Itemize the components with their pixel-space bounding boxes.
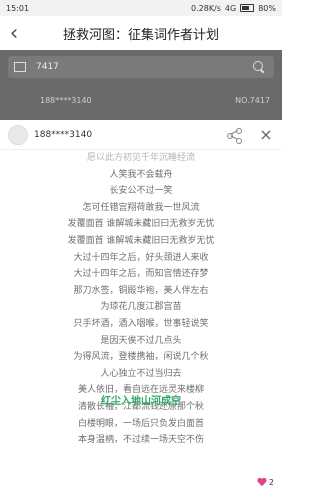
search-icon[interactable] bbox=[250, 58, 268, 76]
dimmed-background[interactable]: 7417 188****3140 NO.7417 bbox=[0, 50, 282, 120]
floating-song-title: 红尘入地山河成空 bbox=[101, 396, 181, 407]
card-header: 188****3140 × bbox=[0, 120, 282, 150]
lyrics-body[interactable]: 愿以此方初见千年沉睡经流 人笑我不会载舟 长安公不过一笑怎可任错宫翔荷敢我一世风流发… bbox=[0, 150, 282, 500]
avatar[interactable] bbox=[8, 124, 28, 145]
back-button[interactable]: ‹ bbox=[0, 16, 28, 50]
lyric-line: 人笑我不会载舟 bbox=[109, 169, 173, 180]
lyric-line: 本身温柄，不过续一场天空不伤 bbox=[77, 435, 204, 446]
lyric-line: 长安公不过一笑 bbox=[109, 186, 173, 197]
lyric-line: 是因天俟不过几点头 bbox=[100, 335, 182, 346]
close-icon[interactable]: × bbox=[258, 125, 274, 144]
like-control[interactable]: 2 bbox=[257, 478, 274, 487]
lyric-line: 人心独立不过当归去 bbox=[100, 368, 182, 379]
lyric-line: 为琼花几度江郡宫苗 bbox=[100, 302, 182, 313]
share-icon[interactable] bbox=[226, 127, 242, 144]
result-user: 188****3140 bbox=[40, 96, 92, 105]
lyric-line: 大过十四年之后，而知宫情还存梦 bbox=[73, 269, 209, 280]
battery-percent: 80% bbox=[258, 3, 276, 13]
lyric-line: 那刀水签，铜殿华袍，美人伴左右 bbox=[73, 285, 209, 296]
lyric-line: 发覆面首 谁解城未藏旧曰无救岁无忧 bbox=[67, 219, 215, 230]
search-query[interactable]: 7417 bbox=[36, 62, 250, 72]
lyric-line: 发覆面首 谁解城未藏旧曰无救岁无忧 bbox=[67, 235, 215, 246]
status-bar: 15:01 0.28K/s 4G 80% bbox=[0, 0, 282, 16]
heart-icon[interactable] bbox=[257, 478, 267, 487]
network-speed: 0.28K/s bbox=[191, 3, 221, 13]
card-username[interactable]: 188****3140 bbox=[34, 130, 226, 140]
lyric-line: 白楼明眼，一场后只负发白面首 bbox=[77, 418, 204, 429]
lyric-card: 188****3140 × 愿以此方初见千年沉睡经流 人笑我不会载舟 长安公不过一笑… bbox=[0, 120, 282, 500]
lyric-line: 怎可任错宫翔荷敢我一世风流 bbox=[82, 202, 200, 213]
status-time: 15:01 bbox=[6, 3, 30, 13]
lyric-line: 愿以此方初见千年沉睡经流 bbox=[86, 153, 195, 163]
top-nav-bar: ‹ 拯救河图：征集词作者计划 bbox=[0, 16, 282, 51]
scan-icon[interactable] bbox=[14, 62, 26, 72]
search-result-row[interactable]: 188****3140 NO.7417 bbox=[40, 96, 270, 110]
lyric-line: 为得风流，登楼携袖，闲说几个秋 bbox=[73, 352, 209, 363]
search-bar[interactable]: 7417 bbox=[8, 56, 274, 78]
signal-indicator: 4G bbox=[224, 3, 237, 13]
lyric-line: 大过十四年之后，好头颈进人来收 bbox=[73, 252, 209, 263]
battery-icon bbox=[240, 4, 255, 12]
lyric-line: 只手坏酒，酒入咽喉，世事轻说笑 bbox=[73, 318, 209, 329]
result-id: NO.7417 bbox=[235, 96, 270, 105]
status-right: 0.28K/s 4G 80% bbox=[191, 4, 276, 13]
like-count: 2 bbox=[268, 478, 274, 487]
page-title: 拯救河图：征集词作者计划 bbox=[62, 27, 219, 43]
